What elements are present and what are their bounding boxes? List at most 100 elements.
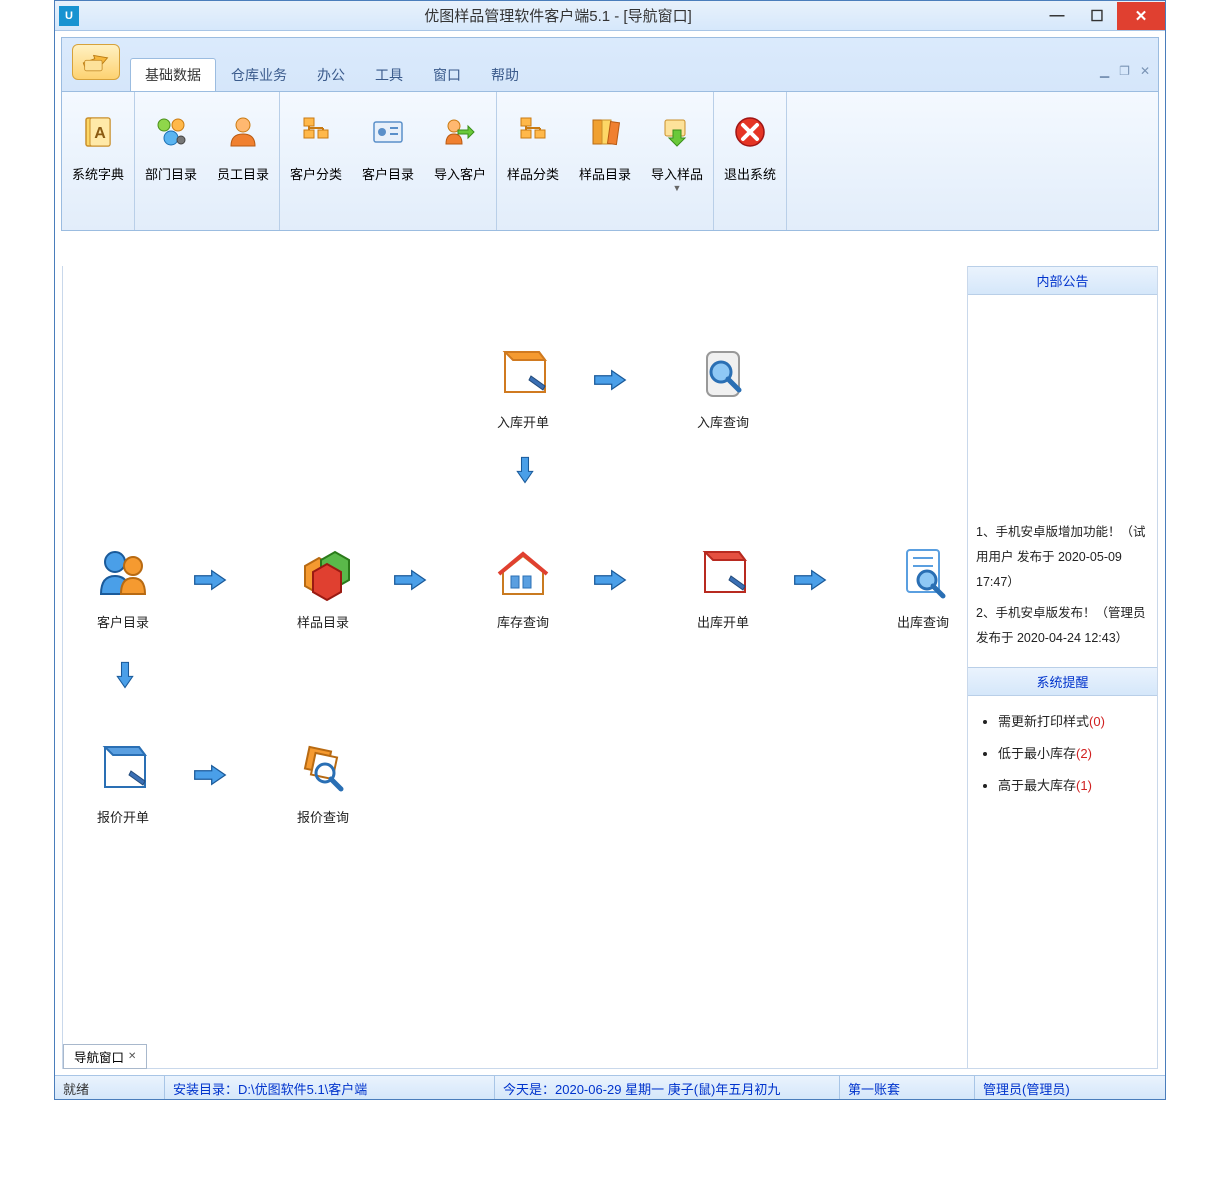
reminder-header: 系统提醒 xyxy=(968,667,1157,696)
reminder-item[interactable]: 高于最大库存(1) xyxy=(998,770,1149,802)
nav-label: 入库开单 xyxy=(497,412,549,431)
toolbar-客户目录[interactable]: 客户目录 xyxy=(352,96,424,226)
toolbar-样品分类[interactable]: 样品分类 xyxy=(497,96,569,226)
notice-header: 内部公告 xyxy=(968,266,1157,295)
toolbar-系统字典[interactable]: A 系统字典 xyxy=(62,96,134,226)
sample-icon xyxy=(295,546,351,602)
reminder-body: 需更新打印样式(0)低于最小库存(2)高于最大库存(1) xyxy=(968,696,1157,1068)
dock-tab-label: 导航窗口 xyxy=(74,1047,124,1066)
reminder-item[interactable]: 需更新打印样式(0) xyxy=(998,706,1149,738)
in_create-icon xyxy=(495,346,551,402)
nav-label: 客户目录 xyxy=(97,612,149,631)
quote_query-icon xyxy=(295,741,351,797)
reminder-count: (0) xyxy=(1089,714,1105,729)
tab-5[interactable]: 帮助 xyxy=(476,58,534,91)
mdi-close-icon[interactable]: ✕ xyxy=(1140,64,1150,78)
nav-stock[interactable]: 库存查询 xyxy=(478,546,568,631)
mdi-child-buttons: ▁ ❐ ✕ xyxy=(1100,64,1150,78)
cust-icon xyxy=(95,546,151,602)
notice-body: 1、手机安卓版增加功能！（试用用户 发布于 2020-05-09 17:47） 2… xyxy=(968,295,1157,667)
tab-1[interactable]: 仓库业务 xyxy=(216,58,302,91)
import-icon xyxy=(442,114,478,150)
toolbar-label: 样品目录 xyxy=(579,164,631,183)
nav-in_query[interactable]: 入库查询 xyxy=(678,346,768,431)
arrow-r-icon xyxy=(393,566,427,594)
toolbar-导入客户[interactable]: 导入客户 xyxy=(424,96,496,226)
stock-icon xyxy=(495,546,551,602)
card-icon xyxy=(370,114,406,150)
maximize-button[interactable]: ☐ xyxy=(1077,2,1117,30)
reminder-count: (1) xyxy=(1076,778,1092,793)
nav-label: 库存查询 xyxy=(497,612,549,631)
arrow-r-icon xyxy=(193,761,227,789)
app-menu-button[interactable] xyxy=(72,44,120,80)
toolbar-label: 员工目录 xyxy=(217,164,269,183)
toolbar-label: 导入样品 xyxy=(651,164,703,183)
notice-item[interactable]: 2、手机安卓版发布！（管理员 发布于 2020-04-24 12:43） xyxy=(976,601,1149,651)
arrow-d-icon xyxy=(108,661,142,689)
navigation-canvas: 入库开单 入库查询客户目录 样品目录 库存查询 出库开单 出库查询报价开单报价查询 xyxy=(62,266,968,1069)
nav-in_create[interactable]: 入库开单 xyxy=(478,346,568,431)
toolbar-部门目录[interactable]: 部门目录 xyxy=(135,96,207,226)
svg-text:A: A xyxy=(94,125,106,142)
dock-tab-nav[interactable]: 导航窗口 ✕ xyxy=(63,1044,147,1069)
arrow-r-icon xyxy=(593,566,627,594)
toolbar-label: 系统字典 xyxy=(72,164,124,183)
emp-icon xyxy=(225,114,261,150)
reminder-count: (2) xyxy=(1076,746,1092,761)
in_query-icon xyxy=(695,346,751,402)
status-account: 第一账套 xyxy=(840,1076,975,1099)
toolbar-退出系统[interactable]: 退出系统 xyxy=(714,96,786,226)
app-icon: U xyxy=(59,6,79,26)
nav-label: 样品目录 xyxy=(297,612,349,631)
toolbar-label: 样品分类 xyxy=(507,164,559,183)
mdi-restore-icon[interactable]: ❐ xyxy=(1119,64,1130,78)
nav-label: 出库查询 xyxy=(897,612,949,631)
toolbar-label: 部门目录 xyxy=(145,164,197,183)
toolbar-导入样品[interactable]: 导入样品▼ xyxy=(641,96,713,226)
notice-item[interactable]: 1、手机安卓版增加功能！（试用用户 发布于 2020-05-09 17:47） xyxy=(976,520,1149,595)
out_query-icon xyxy=(895,546,951,602)
nav-quote_create[interactable]: 报价开单 xyxy=(78,741,168,826)
nav-label: 出库开单 xyxy=(697,612,749,631)
status-ready: 就绪 xyxy=(55,1076,165,1099)
status-bar: 就绪 安装目录：D:\优图软件5.1\客户端 今天是：2020-06-29 星期… xyxy=(55,1075,1165,1099)
nav-out_create[interactable]: 出库开单 xyxy=(678,546,768,631)
toolbar-label: 导入客户 xyxy=(434,164,486,183)
dict-icon: A xyxy=(80,114,116,150)
arrow-r-icon xyxy=(793,566,827,594)
import2-icon xyxy=(659,114,695,150)
dock-tab-close-icon[interactable]: ✕ xyxy=(128,1051,136,1062)
nav-quote_query[interactable]: 报价查询 xyxy=(278,741,368,826)
nav-out_query[interactable]: 出库查询 xyxy=(878,546,968,631)
window-title: 优图样品管理软件客户端5.1 - [导航窗口] xyxy=(79,5,1037,26)
toolbar-label: 退出系统 xyxy=(724,164,776,183)
minimize-button[interactable]: — xyxy=(1037,2,1077,30)
reminder-item[interactable]: 低于最小库存(2) xyxy=(998,738,1149,770)
arrow-r-icon xyxy=(593,366,627,394)
title-bar: U 优图样品管理软件客户端5.1 - [导航窗口] — ☐ ✕ xyxy=(55,1,1165,31)
arrow-r-icon xyxy=(193,566,227,594)
status-user: 管理员(管理员) xyxy=(975,1076,1165,1099)
tab-0[interactable]: 基础数据 xyxy=(130,58,216,91)
books-icon xyxy=(587,114,623,150)
toolbar-客户分类[interactable]: 客户分类 xyxy=(280,96,352,226)
nav-sample[interactable]: 样品目录 xyxy=(278,546,368,631)
quote_create-icon xyxy=(95,741,151,797)
ribbon-tabs: 基础数据仓库业务办公工具窗口帮助 xyxy=(130,38,1158,91)
tab-3[interactable]: 工具 xyxy=(360,58,418,91)
sidebar: 内部公告 1、手机安卓版增加功能！（试用用户 发布于 2020-05-09 17… xyxy=(968,266,1158,1069)
dept-icon xyxy=(153,114,189,150)
status-install-dir: 安装目录：D:\优图软件5.1\客户端 xyxy=(165,1076,495,1099)
close-button[interactable]: ✕ xyxy=(1117,2,1165,30)
nav-cust[interactable]: 客户目录 xyxy=(78,546,168,631)
nav-label: 入库查询 xyxy=(697,412,749,431)
toolbar-员工目录[interactable]: 员工目录 xyxy=(207,96,279,226)
toolbar-样品目录[interactable]: 样品目录 xyxy=(569,96,641,226)
toolbar-label: 客户目录 xyxy=(362,164,414,183)
nav-label: 报价查询 xyxy=(297,807,349,826)
mdi-minimize-icon[interactable]: ▁ xyxy=(1100,64,1109,78)
arrow-d-icon xyxy=(508,456,542,484)
tab-2[interactable]: 办公 xyxy=(302,58,360,91)
tab-4[interactable]: 窗口 xyxy=(418,58,476,91)
